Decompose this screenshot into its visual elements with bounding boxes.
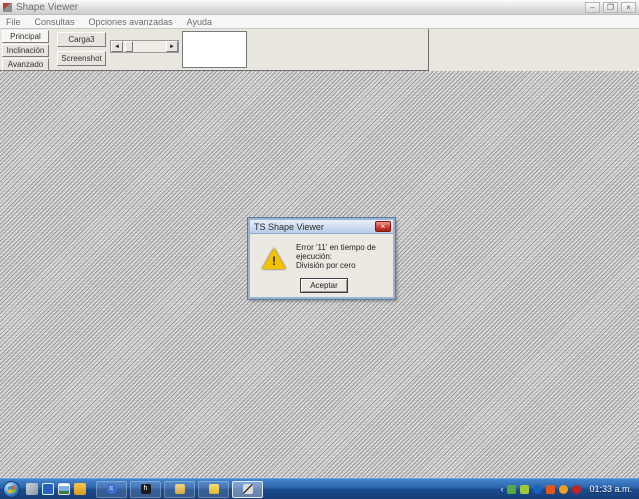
screenshot-button[interactable]: Screenshot [57,51,106,66]
tab-avanzado[interactable]: Avanzado [2,58,49,71]
launcher-icon[interactable] [26,483,38,495]
menu-file[interactable]: File [6,17,21,27]
menu-ayuda[interactable]: Ayuda [187,17,212,27]
restore-button[interactable]: ❐ [603,2,618,13]
view-tab-column: Principal Inclinación Avanzado [2,30,49,72]
photo-icon[interactable] [58,483,70,495]
app-icon [3,3,12,12]
taskbtn-documents[interactable] [164,481,195,498]
shape-viewer-app-icon [243,484,253,494]
dialog-title: TS Shape Viewer [254,222,375,232]
antivirus-icon[interactable] [507,485,516,494]
projects-folder-icon [209,484,219,494]
menu-opciones-avanzadas[interactable]: Opciones avanzadas [89,17,173,27]
browser-c-icon: c [107,484,117,494]
quick-launch [26,483,86,495]
window-title: Shape Viewer [16,2,585,13]
preview-box[interactable] [182,31,247,68]
error-message-line1: Error '11' en tiempo de ejecución: [296,243,394,261]
taskbtn-projects[interactable] [198,481,229,498]
scrollbar-thumb[interactable] [125,41,133,52]
scrollbar-track[interactable] [123,41,166,52]
warning-icon: ! [262,248,286,269]
taskbtn-app-h[interactable]: h [130,481,161,498]
tray-chevron-icon[interactable]: ‹ [500,484,503,494]
start-button[interactable] [3,481,20,498]
scroll-left-icon[interactable]: ◄ [111,41,123,52]
taskbar-clock[interactable]: 01:33 a.m. [585,484,636,494]
taskbar: c h ‹ 01:33 a.m. [0,478,639,499]
windows-logo-icon [8,485,16,493]
close-button[interactable]: × [621,2,636,13]
system-tray: ‹ 01:33 a.m. [500,484,636,494]
messenger-icon[interactable] [559,485,568,494]
menu-consultas[interactable]: Consultas [35,17,75,27]
tab-inclinacion[interactable]: Inclinación [2,44,49,57]
app-h-icon: h [141,484,151,494]
updater-icon[interactable] [520,485,529,494]
scroll-right-icon[interactable]: ► [166,41,178,52]
error-message-line2: División por cero [296,261,356,270]
warning-tray-icon[interactable] [546,485,555,494]
dialog-titlebar: TS Shape Viewer × [250,220,393,234]
carga3-button[interactable]: Carga3 [57,32,106,47]
aceptar-button[interactable]: Aceptar [300,278,348,293]
tab-principal[interactable]: Principal [2,30,49,43]
folder-icon[interactable] [74,483,86,495]
taskbtn-browser[interactable]: c [96,481,127,498]
minimize-button[interactable]: – [585,2,600,13]
menu-bar: File Consultas Opciones avanzadas Ayuda [0,15,639,29]
task-buttons: c h [96,481,263,498]
horizontal-scrollbar[interactable]: ◄ ► [110,40,179,53]
dialog-body: ! Error '11' en tiempo de ejecución: Div… [250,234,393,298]
window-titlebar: Shape Viewer – ❐ × [0,0,639,15]
stop-icon[interactable] [572,485,581,494]
display-icon[interactable] [42,483,54,495]
error-dialog: TS Shape Viewer × ! Error '11' en tiempo… [248,218,395,299]
dialog-close-button[interactable]: × [375,221,391,232]
network-icon[interactable] [533,485,542,494]
documents-folder-icon [175,484,185,494]
taskbtn-shape-viewer[interactable] [232,481,263,498]
